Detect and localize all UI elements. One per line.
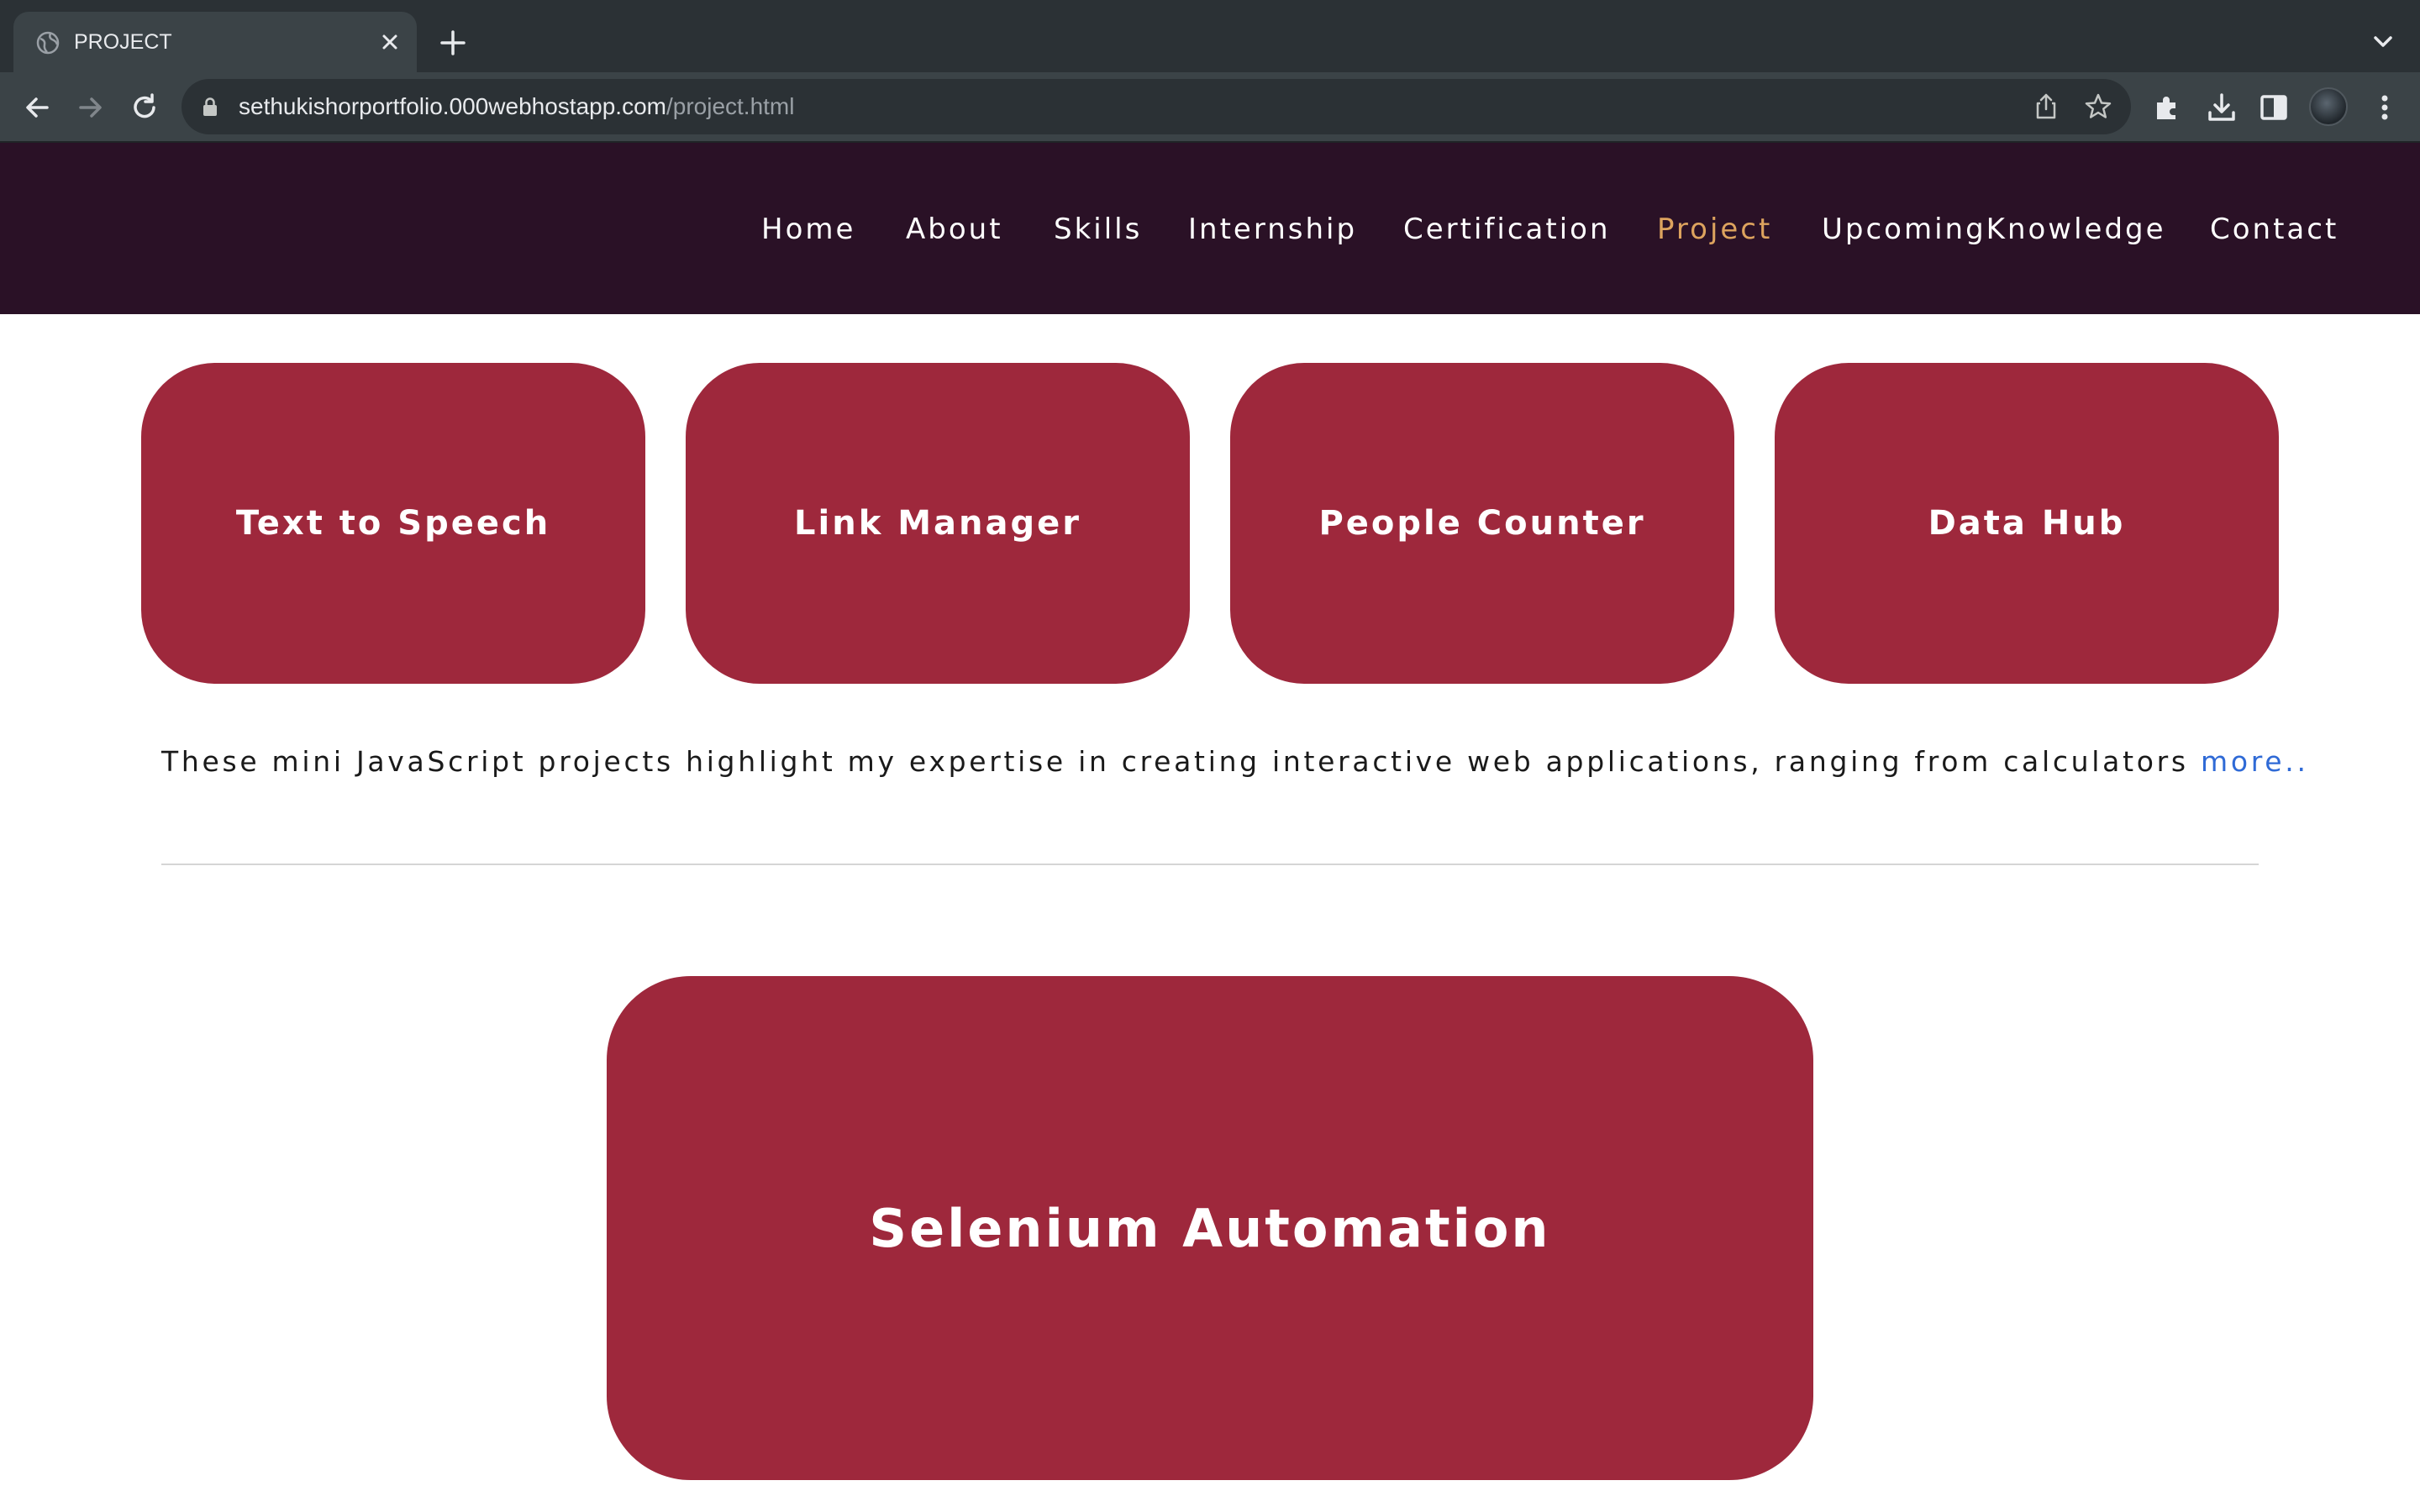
chevron-down-icon[interactable] [2366,25,2400,59]
project-card-people-counter[interactable]: People Counter [1230,363,1734,684]
nav-skills[interactable]: Skills [1054,210,1142,249]
browser-tab[interactable]: PROJECT [13,12,417,72]
download-icon[interactable] [2203,89,2240,126]
more-menu-icon[interactable] [2366,89,2403,126]
browser-tabstrip: PROJECT [0,0,2420,72]
section-divider [161,864,2259,865]
url-text[interactable]: sethukishorportfolio.000webhostapp.com/p… [239,91,794,123]
profile-avatar[interactable] [2309,87,2348,126]
nav-contact[interactable]: Contact [2210,210,2338,249]
nav-project[interactable]: Project [1657,210,1772,249]
tab-title: PROJECT [74,30,172,54]
extensions-puzzle-icon[interactable] [2149,89,2186,126]
address-bar[interactable]: sethukishorportfolio.000webhostapp.com/p… [182,79,2131,134]
share-icon[interactable] [2030,91,2062,123]
back-arrow-icon[interactable] [18,89,55,126]
project-card-text-to-speech[interactable]: Text to Speech [141,363,645,684]
project-card-link-manager[interactable]: Link Manager [686,363,1190,684]
nav-home[interactable]: Home [761,210,855,249]
site-header: Home About Skills Internship Certificati… [0,143,2420,314]
globe-icon [36,31,60,55]
close-icon[interactable] [376,29,403,55]
forward-arrow-icon[interactable] [72,89,109,126]
url-host: sethukishorportfolio.000webhostapp.com [239,93,666,119]
nav-certification[interactable]: Certification [1403,210,1611,249]
projects-description: These mini JavaScript projects highlight… [161,741,2312,783]
more-link[interactable]: more.. [2201,745,2309,778]
side-panel-icon[interactable] [2255,89,2292,126]
nav-upcoming-knowledge[interactable]: UpcomingKnowledge [1822,210,2166,249]
lock-icon[interactable] [200,96,220,118]
project-card-data-hub[interactable]: Data Hub [1775,363,2279,684]
url-path: /project.html [666,93,795,119]
browser-toolbar: sethukishorportfolio.000webhostapp.com/p… [0,72,2420,143]
reload-icon[interactable] [126,89,163,126]
bookmark-star-icon[interactable] [2082,91,2114,123]
description-text: These mini JavaScript projects highlight… [161,745,2189,778]
nav-about[interactable]: About [906,210,1003,249]
nav-internship[interactable]: Internship [1188,210,1357,249]
project-card-selenium-automation[interactable]: Selenium Automation [607,976,1813,1480]
new-tab-icon[interactable] [435,25,471,60]
